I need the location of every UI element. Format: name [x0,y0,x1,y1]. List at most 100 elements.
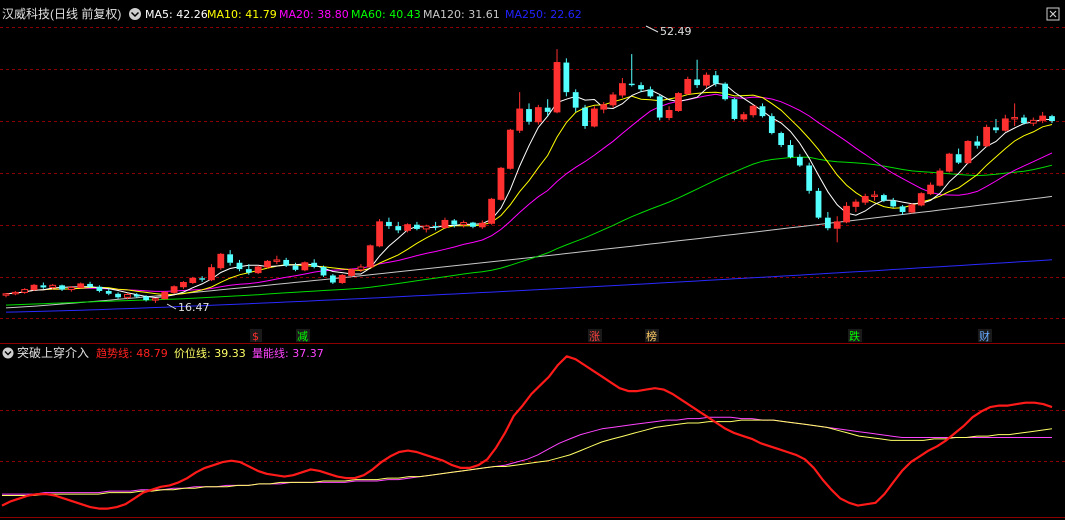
candle [105,288,112,296]
candle [590,106,598,128]
candle [460,220,468,228]
candle-body-fill [255,266,262,273]
ma-legend-item: MA20: 38.80 [279,8,349,21]
stock-chart-canvas: 汉威科技(日线 前复权) MA5: 42.26 MA10: 41.79 MA20: … [0,6,1065,518]
candle-body-fill [301,262,308,270]
candle-body [21,289,29,293]
candle [301,261,309,272]
candle-body [787,145,794,158]
event-marker-finance[interactable]: 财 [978,329,992,343]
high-price-label: 52.49 [660,25,692,38]
candle-body [712,75,719,84]
candle-body [40,285,47,288]
candle [572,89,579,112]
candle-body-fill [946,154,953,172]
candle [899,204,906,215]
candle [152,298,159,303]
candle-body-fill [834,221,841,229]
ma-legend-item: MA10: 41.79 [207,8,277,21]
high-price-marker: 52.49 [645,25,692,38]
candle-body-fill [442,220,448,228]
candle-body [806,165,813,191]
candle [731,97,738,121]
candle-body-fill [180,282,187,287]
candle [311,259,318,269]
ma-legend-item: MA60: 40.43 [351,8,421,21]
candle [787,140,794,159]
candle-body [582,107,588,126]
indicator-settings-icon[interactable] [2,347,14,359]
event-marker-dividend[interactable]: $ [250,329,262,343]
settings-dropdown-icon[interactable] [129,8,141,20]
event-marker-text: 涨 [589,330,600,343]
candle [1029,117,1037,126]
candle [703,72,710,88]
low-price-label: 16.47 [178,301,210,314]
candle [684,76,692,95]
candle [273,255,281,265]
event-marker-reduce[interactable]: 减 [296,329,310,343]
candle-body-fill [684,79,691,94]
candle-body [115,293,121,298]
candle-body [152,298,159,301]
candle [778,131,785,148]
candle-body [871,194,878,197]
candle-body [460,222,468,226]
candle [964,140,972,165]
candle [955,148,962,165]
candle-body-fill [600,104,607,110]
candle-body [199,278,206,280]
indicator-legend-item: 趋势线: 48.79 [96,346,168,360]
candle-body [329,275,336,283]
candle-body [432,226,439,228]
candle [470,221,476,229]
candle-body [227,254,234,263]
event-marker-limit-up[interactable]: 涨 [588,329,602,343]
candle-body [1021,117,1027,124]
candle [414,221,420,231]
candle-body [245,269,252,273]
event-markers: $ 减 涨 榜 跌 财 [250,329,992,343]
indicator-legend-item: 量能线: 37.37 [252,346,324,360]
candle [264,259,271,269]
candle [11,290,19,296]
candle-body-fill [376,221,383,246]
panel-toggle-icon[interactable] [1046,7,1060,21]
candle-body-fill [208,267,215,280]
candle-body [638,85,644,90]
event-marker-fall[interactable]: 跌 [848,329,862,343]
candle [208,264,215,282]
candle [180,281,187,289]
low-price-marker: 16.47 [166,301,210,314]
candle-body-fill [852,202,859,207]
candle [722,82,729,101]
candle-body [544,107,551,112]
candle-body [96,286,103,291]
candle-body [414,224,420,229]
candle [675,92,682,112]
candle-body-fill [862,196,869,203]
candle-body [357,266,365,271]
candle [170,285,178,294]
event-marker-list[interactable]: 榜 [645,329,659,343]
candle [647,86,654,98]
candle [936,168,944,187]
candle [30,283,38,291]
candle [983,124,991,148]
candle-body [1029,119,1037,124]
candle-body [422,225,430,230]
candle-body [49,284,57,288]
candle-body-fill [750,106,757,115]
candle [506,128,514,170]
candle [395,221,402,234]
candle-body [236,262,243,270]
candle-body-fill [703,75,710,86]
candle-body-fill [918,193,925,205]
candle [749,104,757,118]
candle-body-fill [591,109,598,126]
candle-body [11,291,19,295]
candle-body [470,222,476,227]
candle-body [656,96,663,118]
candle-body [273,259,281,262]
candle-body [87,283,93,287]
